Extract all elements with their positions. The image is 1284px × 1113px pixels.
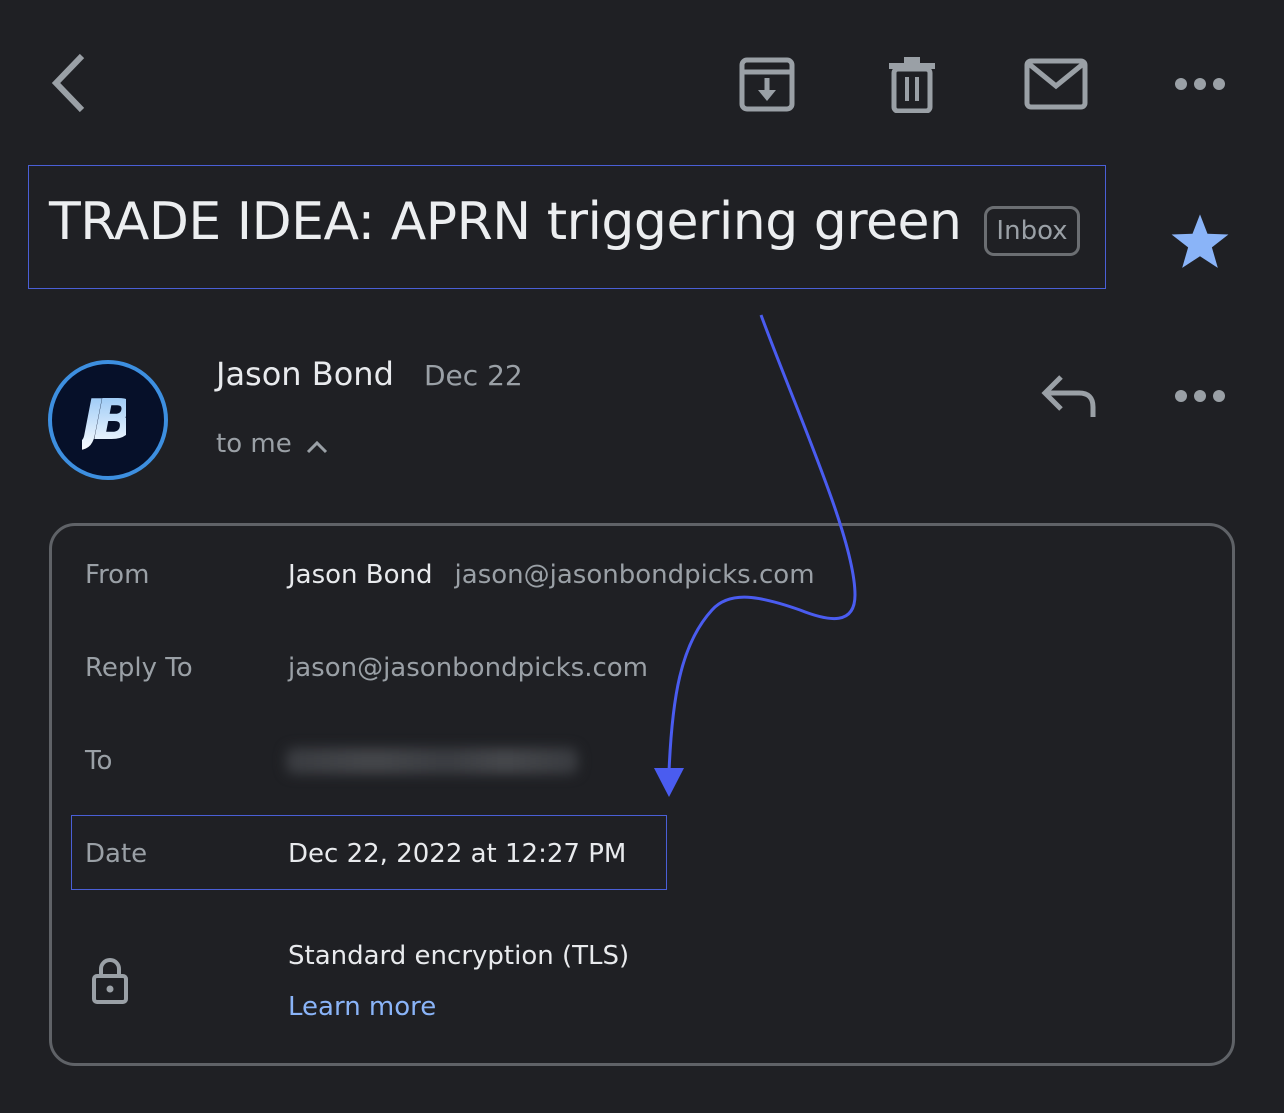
from-value: Jason Bond jason@jasonbondpicks.com — [288, 555, 815, 595]
star-icon — [1171, 214, 1229, 268]
to-label: To — [85, 746, 113, 776]
delete-button[interactable] — [880, 52, 944, 116]
archive-button[interactable] — [734, 52, 800, 116]
security-icon-wrap — [90, 956, 130, 1010]
label-badge[interactable]: Inbox — [984, 206, 1080, 256]
chevron-left-icon — [51, 53, 85, 113]
sender-avatar[interactable]: JB — [48, 360, 168, 480]
encryption-text: Standard encryption (TLS) — [288, 941, 630, 971]
more-options-button[interactable] — [1168, 66, 1232, 102]
from-label: From — [85, 560, 150, 590]
archive-icon — [739, 57, 795, 112]
learn-more-link[interactable]: Learn more — [288, 987, 436, 1027]
more-horizontal-icon — [1175, 78, 1225, 90]
sender-date: Dec 22 — [424, 359, 523, 392]
back-button[interactable] — [40, 50, 96, 116]
message-more-button[interactable] — [1168, 378, 1232, 414]
sender-name: Jason Bond — [216, 355, 394, 393]
reply-button[interactable] — [1034, 366, 1104, 426]
mark-unread-button[interactable] — [1022, 54, 1090, 114]
more-horizontal-icon — [1175, 390, 1225, 402]
mail-icon — [1024, 58, 1088, 110]
to-value-redacted — [286, 748, 578, 774]
message-details-card — [49, 523, 1235, 1066]
reply-icon — [1041, 375, 1096, 417]
avatar-initials: JB — [82, 387, 135, 453]
from-email[interactable]: jason@jasonbondpicks.com — [455, 560, 815, 590]
recipient-toggle[interactable]: to me — [216, 424, 328, 464]
star-button[interactable] — [1164, 206, 1236, 278]
chevron-up-icon — [306, 440, 327, 454]
reply-to-label: Reply To — [85, 653, 193, 683]
learn-more-label[interactable]: Learn more — [288, 992, 436, 1022]
recipient-summary: to me — [216, 429, 292, 459]
date-value: Dec 22, 2022 at 12:27 PM — [288, 839, 627, 869]
trash-icon — [889, 57, 935, 113]
email-subject: TRADE IDEA: APRN triggering green — [49, 192, 962, 252]
reply-to-email[interactable]: jason@jasonbondpicks.com — [288, 648, 648, 688]
date-label: Date — [85, 839, 148, 869]
lock-icon — [92, 958, 128, 1004]
from-name: Jason Bond — [288, 560, 433, 590]
